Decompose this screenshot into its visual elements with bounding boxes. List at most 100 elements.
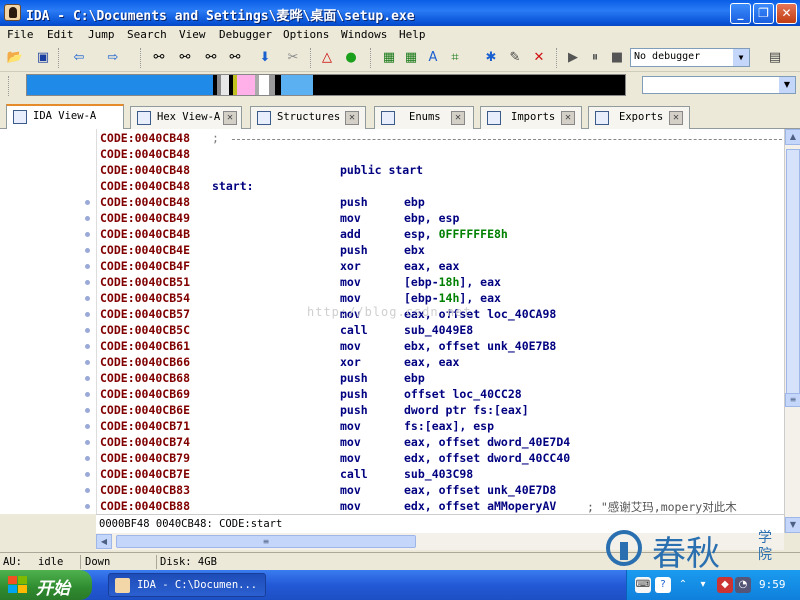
breakpoint-dot[interactable]	[85, 392, 90, 397]
code-icon[interactable]: ▦	[380, 49, 398, 67]
menu-debugger[interactable]: Debugger	[219, 28, 272, 41]
navigation-combo[interactable]: ▼	[642, 76, 796, 94]
breakpoint-dot[interactable]	[85, 200, 90, 205]
status-divider	[80, 555, 81, 569]
breakpoint-dot[interactable]	[85, 456, 90, 461]
volume-icon[interactable]: ◔	[735, 577, 751, 593]
save-icon[interactable]: ▣	[34, 49, 52, 67]
menu-edit[interactable]: Edit	[47, 28, 74, 41]
green-circle-icon[interactable]: ●	[342, 49, 360, 67]
network-icon[interactable]: ◆	[717, 577, 733, 593]
operand: [ebp-14h], eax	[404, 291, 501, 305]
breakpoint-dot[interactable]	[85, 472, 90, 477]
chevron-down-icon[interactable]: ▼	[733, 49, 749, 66]
debugger-select[interactable]: No debugger ▼	[630, 48, 750, 67]
breakpoint-dot[interactable]	[85, 408, 90, 413]
close-tab-icon[interactable]: ✕	[451, 111, 465, 125]
binoculars-next-icon[interactable]: ⚯	[202, 49, 220, 67]
close-tab-icon[interactable]: ✕	[669, 111, 683, 125]
breakpoint-dot[interactable]	[85, 248, 90, 253]
stop-icon[interactable]: ■	[608, 49, 626, 67]
binoculars-icon[interactable]: ⚯	[150, 49, 168, 67]
toolbar-grip	[310, 48, 313, 68]
line-address: CODE:0040CB79	[100, 451, 191, 465]
vertical-scroll-thumb[interactable]	[786, 149, 800, 399]
breakpoint-dot[interactable]	[85, 232, 90, 237]
tab-hex-view-a[interactable]: Hex View-A ✕	[130, 106, 242, 129]
status-divider	[156, 555, 157, 569]
line-address: CODE:0040CB48	[100, 179, 191, 193]
menu-jump[interactable]: Jump	[88, 28, 115, 41]
tab-exports[interactable]: Exports ✕	[588, 106, 690, 129]
breakpoint-dot[interactable]	[85, 280, 90, 285]
ascii-icon[interactable]: A	[424, 49, 442, 67]
operand-text: eax, eax	[404, 355, 460, 369]
pause-icon[interactable]: ⏸	[586, 49, 604, 67]
language-icon[interactable]: ▾	[695, 577, 711, 593]
taskbar-item-label: IDA - C:\Documen...	[137, 579, 258, 591]
menu-arrow-icon[interactable]: ⌃	[675, 577, 691, 593]
menu-help[interactable]: Help	[399, 28, 426, 41]
menu-search[interactable]: Search	[127, 28, 167, 41]
taskbar-item-ida[interactable]: IDA - C:\Documen...	[108, 573, 266, 597]
tab-structures[interactable]: Structures ✕	[250, 106, 366, 129]
breakpoint-dot[interactable]	[85, 504, 90, 509]
toolbar-options-icon[interactable]: ▤	[766, 49, 784, 67]
mnemonic: push	[340, 195, 368, 209]
tab-enums[interactable]: Enums ✕	[374, 106, 474, 129]
breakpoint-dot[interactable]	[85, 440, 90, 445]
breakpoint-dot[interactable]	[85, 360, 90, 365]
scroll-left-icon[interactable]: ◀	[96, 534, 112, 549]
menu-view[interactable]: View	[179, 28, 206, 41]
scroll-up-icon[interactable]: ▲	[785, 129, 800, 145]
struct-icon[interactable]: ⌗	[446, 49, 464, 67]
menu-windows[interactable]: Windows	[341, 28, 387, 41]
menu-options[interactable]: Options	[283, 28, 329, 41]
au-label: AU:	[3, 556, 22, 568]
start-button[interactable]: 开始	[0, 570, 92, 600]
breakpoint-dot[interactable]	[85, 344, 90, 349]
breakpoint-dot[interactable]	[85, 488, 90, 493]
breakpoint-dot[interactable]	[85, 424, 90, 429]
open-folder-icon[interactable]: 📂	[6, 49, 24, 67]
minimize-button[interactable]: _	[730, 3, 751, 24]
chevron-down-icon[interactable]: ▼	[779, 77, 795, 93]
binoculars-text-icon[interactable]: ⚯	[176, 49, 194, 67]
back-arrow-icon[interactable]: ⇦	[70, 49, 88, 67]
search-binary-icon[interactable]: ⚯	[226, 49, 244, 67]
close-tab-icon[interactable]: ✕	[345, 111, 359, 125]
keyboard-icon[interactable]: ⌨	[635, 577, 651, 593]
help-icon[interactable]: ?	[655, 577, 671, 593]
delete-x-icon[interactable]: ✕	[530, 49, 548, 67]
play-icon[interactable]: ▶	[564, 49, 582, 67]
forward-arrow-icon[interactable]: ⇨	[104, 49, 122, 67]
menu-file[interactable]: File	[7, 28, 34, 41]
warning-graph-icon[interactable]: △	[318, 49, 336, 67]
down-arrow-icon[interactable]: ⬇	[256, 49, 274, 67]
breakpoint-dot[interactable]	[85, 216, 90, 221]
navigation-band[interactable]	[26, 74, 626, 96]
breakpoint-dot[interactable]	[85, 328, 90, 333]
search-direction: Down	[85, 556, 111, 568]
data-icon[interactable]: ▦	[402, 49, 420, 67]
breakpoint-dot[interactable]	[85, 296, 90, 301]
jump-icon[interactable]: ✂	[284, 49, 302, 67]
edit-icon[interactable]: ✎	[506, 49, 524, 67]
title-bar[interactable]: IDA - C:\Documents and Settings\麦晔\桌面\se…	[0, 0, 800, 26]
close-tab-icon[interactable]: ✕	[223, 111, 237, 125]
vertical-scrollbar[interactable]: ▲ ≡ ▼	[784, 129, 800, 533]
mnemonic: push	[340, 371, 368, 385]
close-button[interactable]: ✕	[776, 3, 797, 24]
horizontal-scroll-thumb[interactable]: ≡	[116, 535, 416, 548]
disassembly-view[interactable]: CODE:0040CB48; CODE:0040CB48 CODE:0040CB48…	[96, 129, 784, 514]
tab-imports[interactable]: Imports ✕	[480, 106, 582, 129]
scroll-marker-icon[interactable]: ≡	[785, 393, 800, 407]
breakpoint-dot[interactable]	[85, 264, 90, 269]
maximize-button[interactable]: ❐	[753, 3, 774, 24]
breakpoint-dot[interactable]	[85, 376, 90, 381]
operand: eax, eax	[404, 259, 459, 273]
xref-icon[interactable]: ✱	[482, 49, 500, 67]
tab-ida-view-a[interactable]: IDA View-A	[6, 104, 124, 130]
breakpoint-dot[interactable]	[85, 312, 90, 317]
close-tab-icon[interactable]: ✕	[561, 111, 575, 125]
